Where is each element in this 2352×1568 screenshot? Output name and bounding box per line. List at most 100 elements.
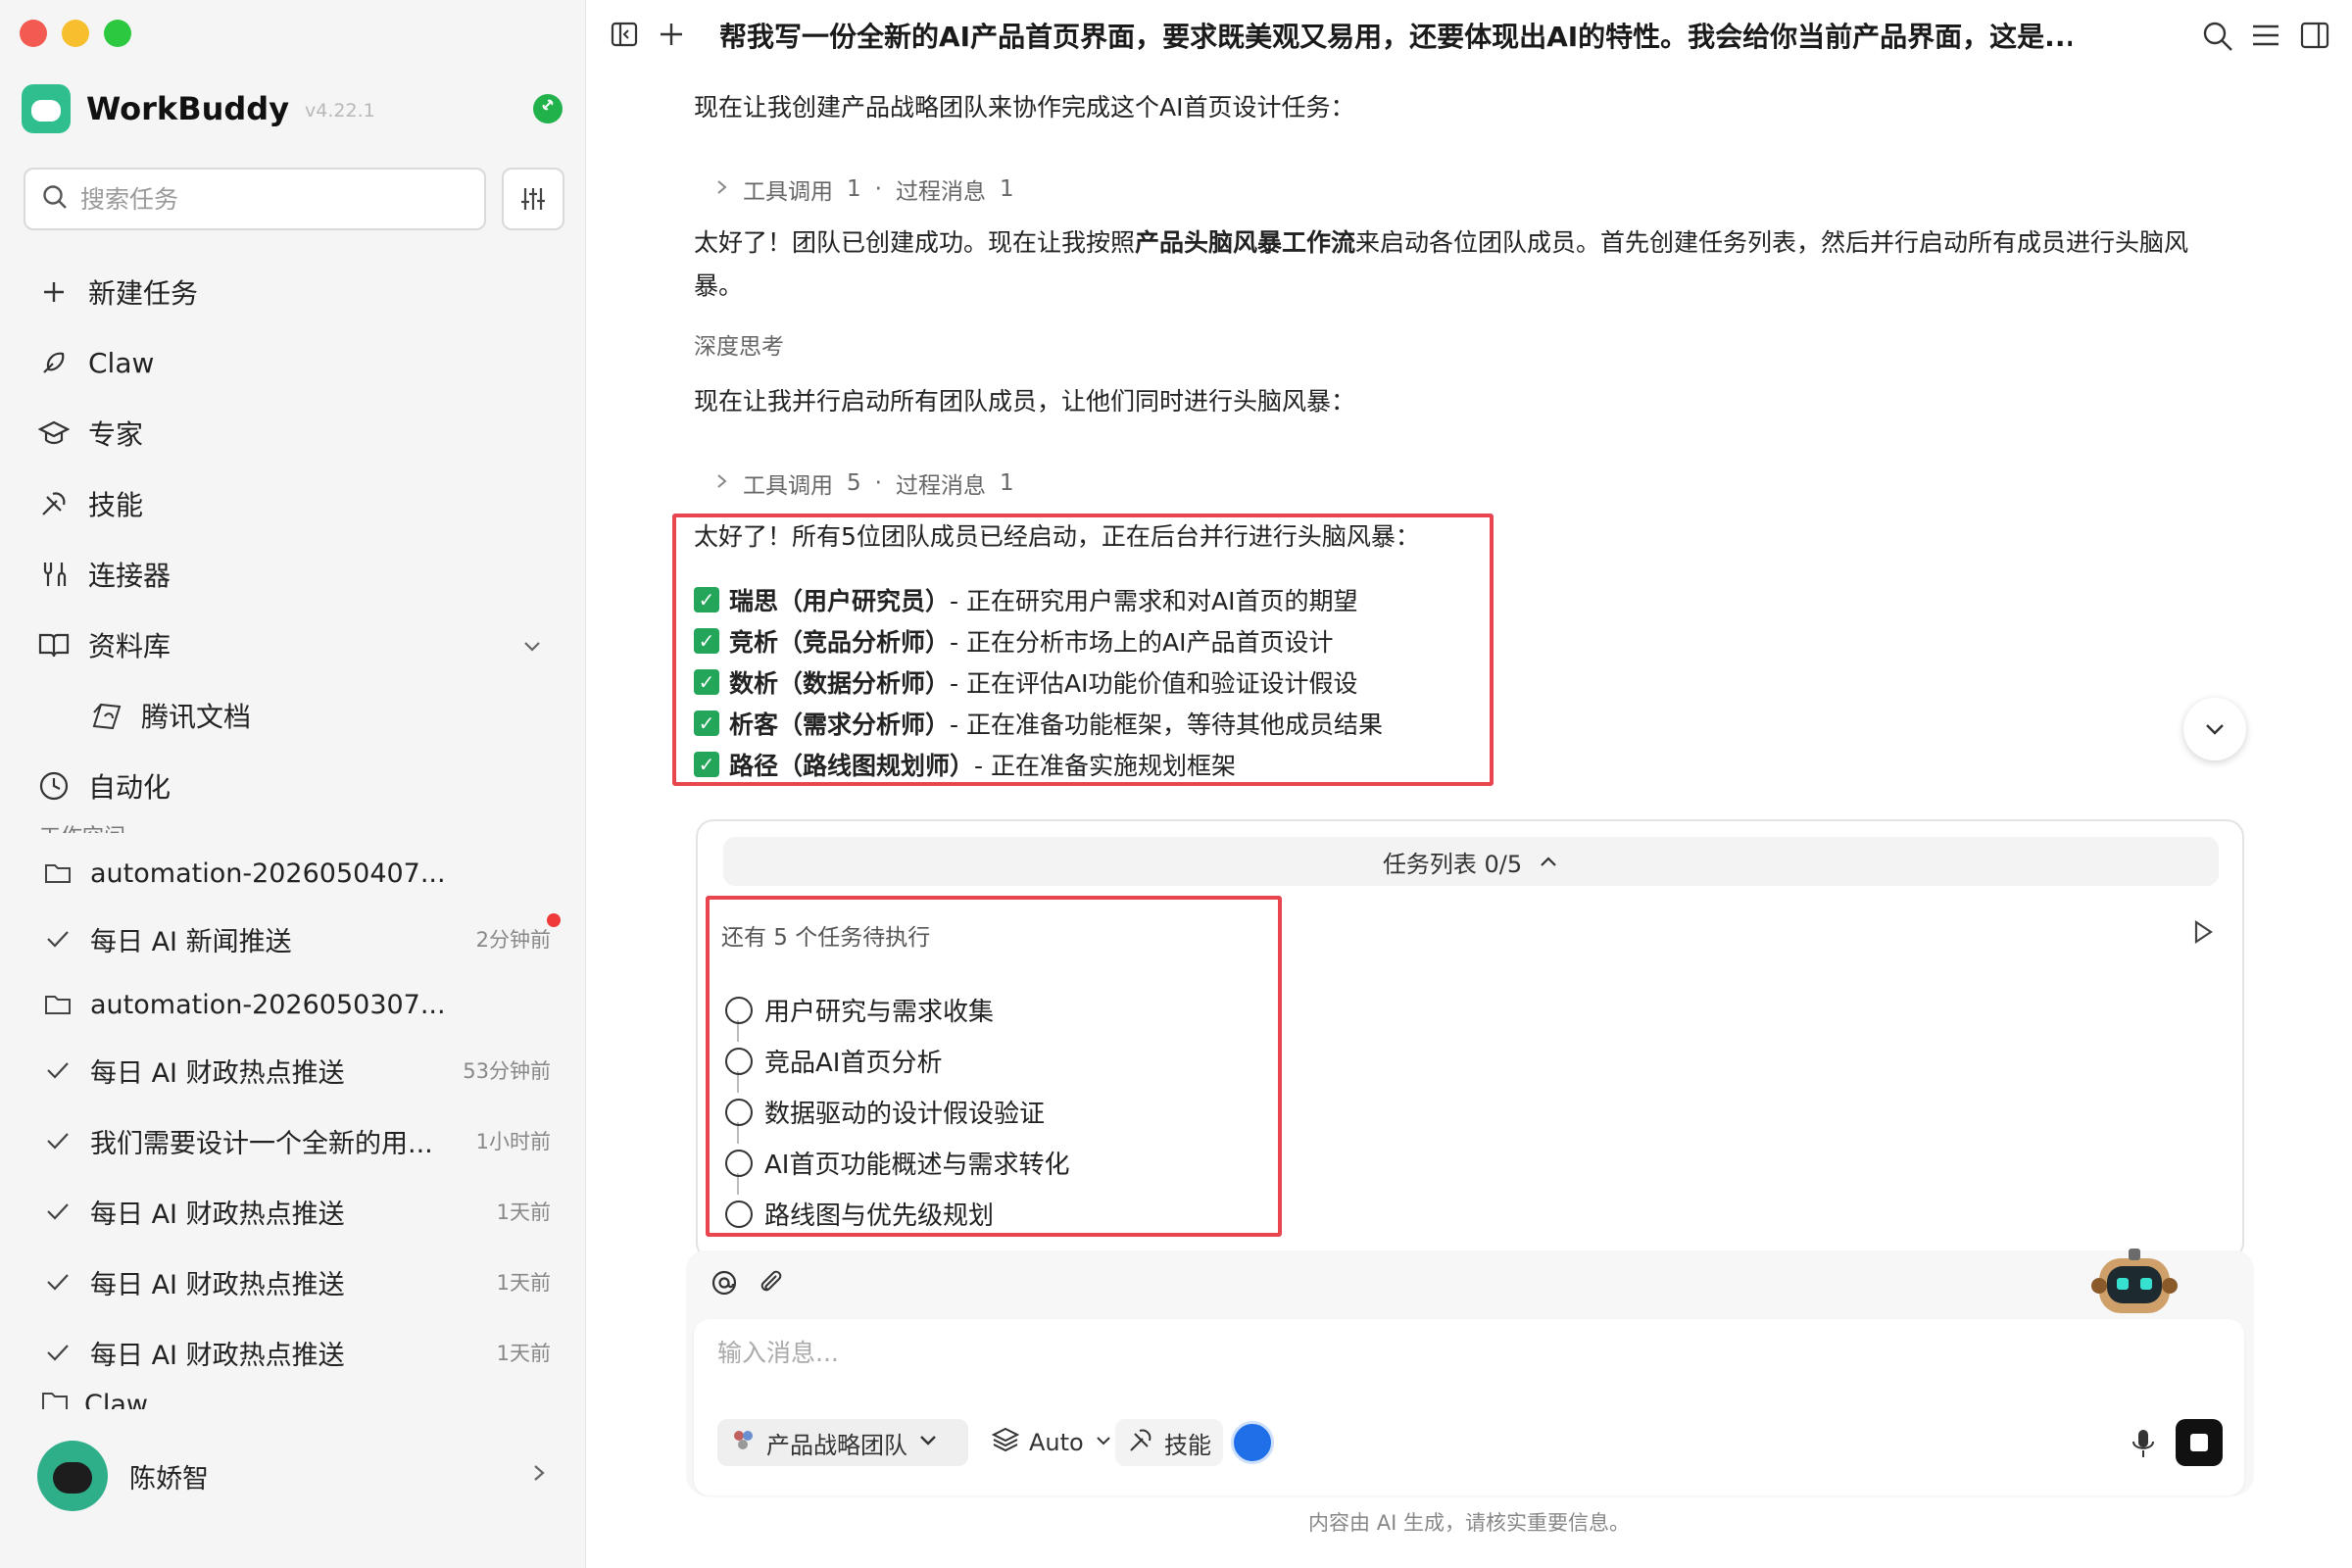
unread-dot bbox=[547, 913, 561, 927]
scroll-to-bottom-button[interactable] bbox=[2183, 698, 2246, 760]
nav-label: 专家 bbox=[88, 418, 144, 451]
folder-item[interactable]: automation-2026050407... bbox=[24, 843, 572, 904]
nav-experts[interactable]: 专家 bbox=[24, 398, 572, 468]
nav-label: 连接器 bbox=[88, 560, 172, 592]
chevron-down-icon[interactable] bbox=[521, 631, 543, 663]
side-panel-icon[interactable] bbox=[2299, 20, 2330, 55]
tencent-docs-icon bbox=[90, 699, 123, 732]
check-icon bbox=[41, 1272, 74, 1292]
process-msg-label: 过程消息 bbox=[895, 473, 986, 499]
bold-text: 产品头脑风暴工作流 bbox=[1135, 228, 1356, 257]
folder-item[interactable]: automation-2026050307... bbox=[24, 974, 572, 1035]
assistant-message: 太好了！团队已创建成功。现在让我按照产品头脑风暴工作流来启动各位团队成员。首先创… bbox=[694, 221, 2262, 308]
chevron-right-icon[interactable] bbox=[529, 1462, 549, 1488]
user-name: 陈娇智 bbox=[129, 1463, 209, 1494]
sidebar: WorkBuddy v4.22.1 新建任务 bbox=[0, 0, 586, 1568]
chevron-down-icon bbox=[917, 1429, 939, 1456]
folder-icon bbox=[41, 1390, 69, 1409]
microphone-icon[interactable] bbox=[2131, 1427, 2156, 1464]
search-icon bbox=[41, 183, 69, 215]
task-time: 1天前 bbox=[496, 1342, 551, 1365]
highlight-box bbox=[706, 896, 1282, 1237]
close-window-button[interactable] bbox=[20, 20, 47, 47]
nav-label: 资料库 bbox=[88, 630, 172, 662]
tool-call-count: 1 bbox=[847, 176, 861, 202]
task-list-title: 任务列表 0/5 bbox=[1382, 850, 1523, 878]
separator: · bbox=[874, 470, 882, 496]
sidebar-nav: 新建任务 Claw 专家 技能 连接器 资料库 腾讯文档 自动化 bbox=[24, 257, 572, 821]
nav-skills[interactable]: 技能 bbox=[24, 468, 572, 539]
user-profile[interactable]: 陈娇智 bbox=[37, 1441, 209, 1511]
task-item[interactable]: 每日 AI 财政热点推送 1天前 bbox=[24, 1176, 572, 1247]
task-label: 每日 AI 新闻推送 bbox=[90, 926, 292, 957]
folder-label: automation-2026050407... bbox=[90, 858, 446, 889]
search-icon[interactable] bbox=[2201, 20, 2234, 57]
chevron-right-icon bbox=[715, 176, 729, 202]
nav-automation[interactable]: 自动化 bbox=[24, 751, 572, 821]
task-item[interactable]: 每日 AI 财政热点推送 1天前 bbox=[24, 1317, 572, 1388]
message-input[interactable] bbox=[717, 1339, 2089, 1367]
new-chat-plus-icon[interactable] bbox=[657, 20, 686, 53]
tencent-app-icon[interactable] bbox=[1231, 1421, 1274, 1464]
nav-label: 自动化 bbox=[88, 771, 172, 804]
task-item[interactable]: 每日 AI 财政热点推送 53分钟前 bbox=[24, 1035, 572, 1105]
task-time: 1天前 bbox=[496, 1271, 551, 1295]
nav-library[interactable]: 资料库 bbox=[24, 610, 572, 680]
task-time: 1天前 bbox=[496, 1200, 551, 1224]
tools-icon bbox=[37, 487, 71, 520]
zoom-window-button[interactable] bbox=[104, 20, 131, 47]
check-icon bbox=[41, 1343, 74, 1362]
task-time: 1小时前 bbox=[475, 1130, 551, 1153]
filter-button[interactable] bbox=[502, 168, 564, 230]
check-icon bbox=[41, 1201, 74, 1221]
conversation-title: 帮我写一份全新的AI产品首页界面，要求既美观又易用，还要体现出AI的特性。我会给… bbox=[719, 21, 2072, 53]
team-label: 产品战略团队 bbox=[766, 1431, 907, 1459]
minimize-window-button[interactable] bbox=[62, 20, 89, 47]
folder-item-cut[interactable]: Claw bbox=[41, 1390, 148, 1409]
skills-button[interactable]: 技能 bbox=[1115, 1419, 1223, 1466]
check-icon bbox=[41, 1131, 74, 1151]
process-msg-count: 1 bbox=[999, 176, 1014, 202]
task-search[interactable] bbox=[24, 168, 486, 230]
assistant-message: 现在让我创建产品战略团队来协作完成这个AI首页设计任务： bbox=[694, 93, 1355, 122]
task-time: 53分钟前 bbox=[463, 1059, 551, 1083]
task-item[interactable]: 我们需要设计一个全新的用... 1小时前 bbox=[24, 1105, 572, 1176]
stop-button[interactable] bbox=[2176, 1419, 2223, 1466]
model-selector[interactable]: Auto bbox=[980, 1419, 1125, 1466]
ai-disclaimer: 内容由 AI 生成，请核实重要信息。 bbox=[1308, 1511, 1630, 1535]
app-window: WorkBuddy v4.22.1 新建任务 bbox=[0, 0, 2352, 1568]
sliders-icon bbox=[521, 188, 545, 210]
toggle-sidebar-icon[interactable] bbox=[610, 20, 639, 53]
tool-call-label: 工具调用 bbox=[743, 473, 833, 499]
team-selector[interactable]: 产品战略团队 bbox=[717, 1419, 968, 1466]
task-label: 每日 AI 财政热点推送 bbox=[90, 1199, 345, 1230]
link-status-icon[interactable] bbox=[533, 94, 563, 123]
tool-call-summary[interactable]: 工具调用 1 · 过程消息 1 bbox=[715, 172, 1014, 206]
tool-call-summary[interactable]: 工具调用 5 · 过程消息 1 bbox=[715, 466, 1014, 500]
folder-icon bbox=[41, 993, 74, 1016]
text: 太好了！团队已创建成功。现在让我按照 bbox=[694, 228, 1136, 257]
section-label-workspace: 工作空间 bbox=[39, 819, 125, 833]
mention-icon[interactable] bbox=[710, 1268, 739, 1301]
play-icon[interactable] bbox=[2191, 919, 2215, 949]
check-icon bbox=[41, 929, 74, 949]
team-icon bbox=[729, 1426, 757, 1459]
process-msg-label: 过程消息 bbox=[895, 179, 986, 205]
search-input[interactable] bbox=[80, 184, 453, 214]
model-label: Auto bbox=[1029, 1429, 1084, 1456]
app-logo-icon bbox=[22, 84, 71, 133]
text: 暴。 bbox=[694, 271, 744, 300]
nav-tencent-docs[interactable]: 腾讯文档 bbox=[24, 680, 572, 751]
nav-claw[interactable]: Claw bbox=[24, 327, 572, 398]
chevron-right-icon bbox=[715, 470, 729, 496]
task-item[interactable]: 每日 AI 财政热点推送 1天前 bbox=[24, 1247, 572, 1317]
task-item[interactable]: 每日 AI 新闻推送 2分钟前 bbox=[24, 904, 572, 974]
nav-label: 新建任务 bbox=[88, 277, 199, 310]
task-label: 每日 AI 财政热点推送 bbox=[90, 1057, 345, 1089]
task-list-header[interactable]: 任务列表 0/5 bbox=[723, 837, 2219, 886]
deep-thinking-label[interactable]: 深度思考 bbox=[694, 327, 784, 361]
nav-new-task[interactable]: 新建任务 bbox=[24, 257, 572, 327]
attachment-icon[interactable] bbox=[757, 1268, 786, 1301]
menu-icon[interactable] bbox=[2250, 20, 2281, 55]
nav-connectors[interactable]: 连接器 bbox=[24, 539, 572, 610]
